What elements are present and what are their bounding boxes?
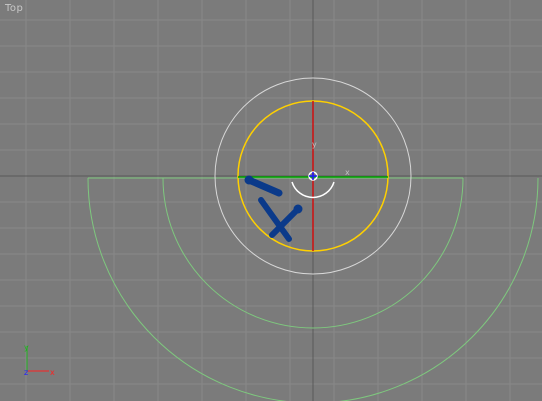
grid-major (0, 0, 542, 401)
gizmo-x-label: x (345, 168, 350, 177)
view-x-label: x (50, 368, 55, 377)
grid (0, 0, 542, 401)
top-viewport[interactable]: x y y z x Top (0, 0, 542, 401)
viewport-canvas[interactable]: x y y z x (0, 0, 542, 401)
view-z-label: z (24, 368, 28, 377)
view-axis-tripod: y z x (24, 343, 55, 377)
viewport-label[interactable]: Top (5, 3, 23, 14)
view-y-label: y (24, 343, 29, 352)
gizmo-y-label: y (312, 140, 317, 149)
pivot-icon[interactable] (308, 171, 318, 181)
